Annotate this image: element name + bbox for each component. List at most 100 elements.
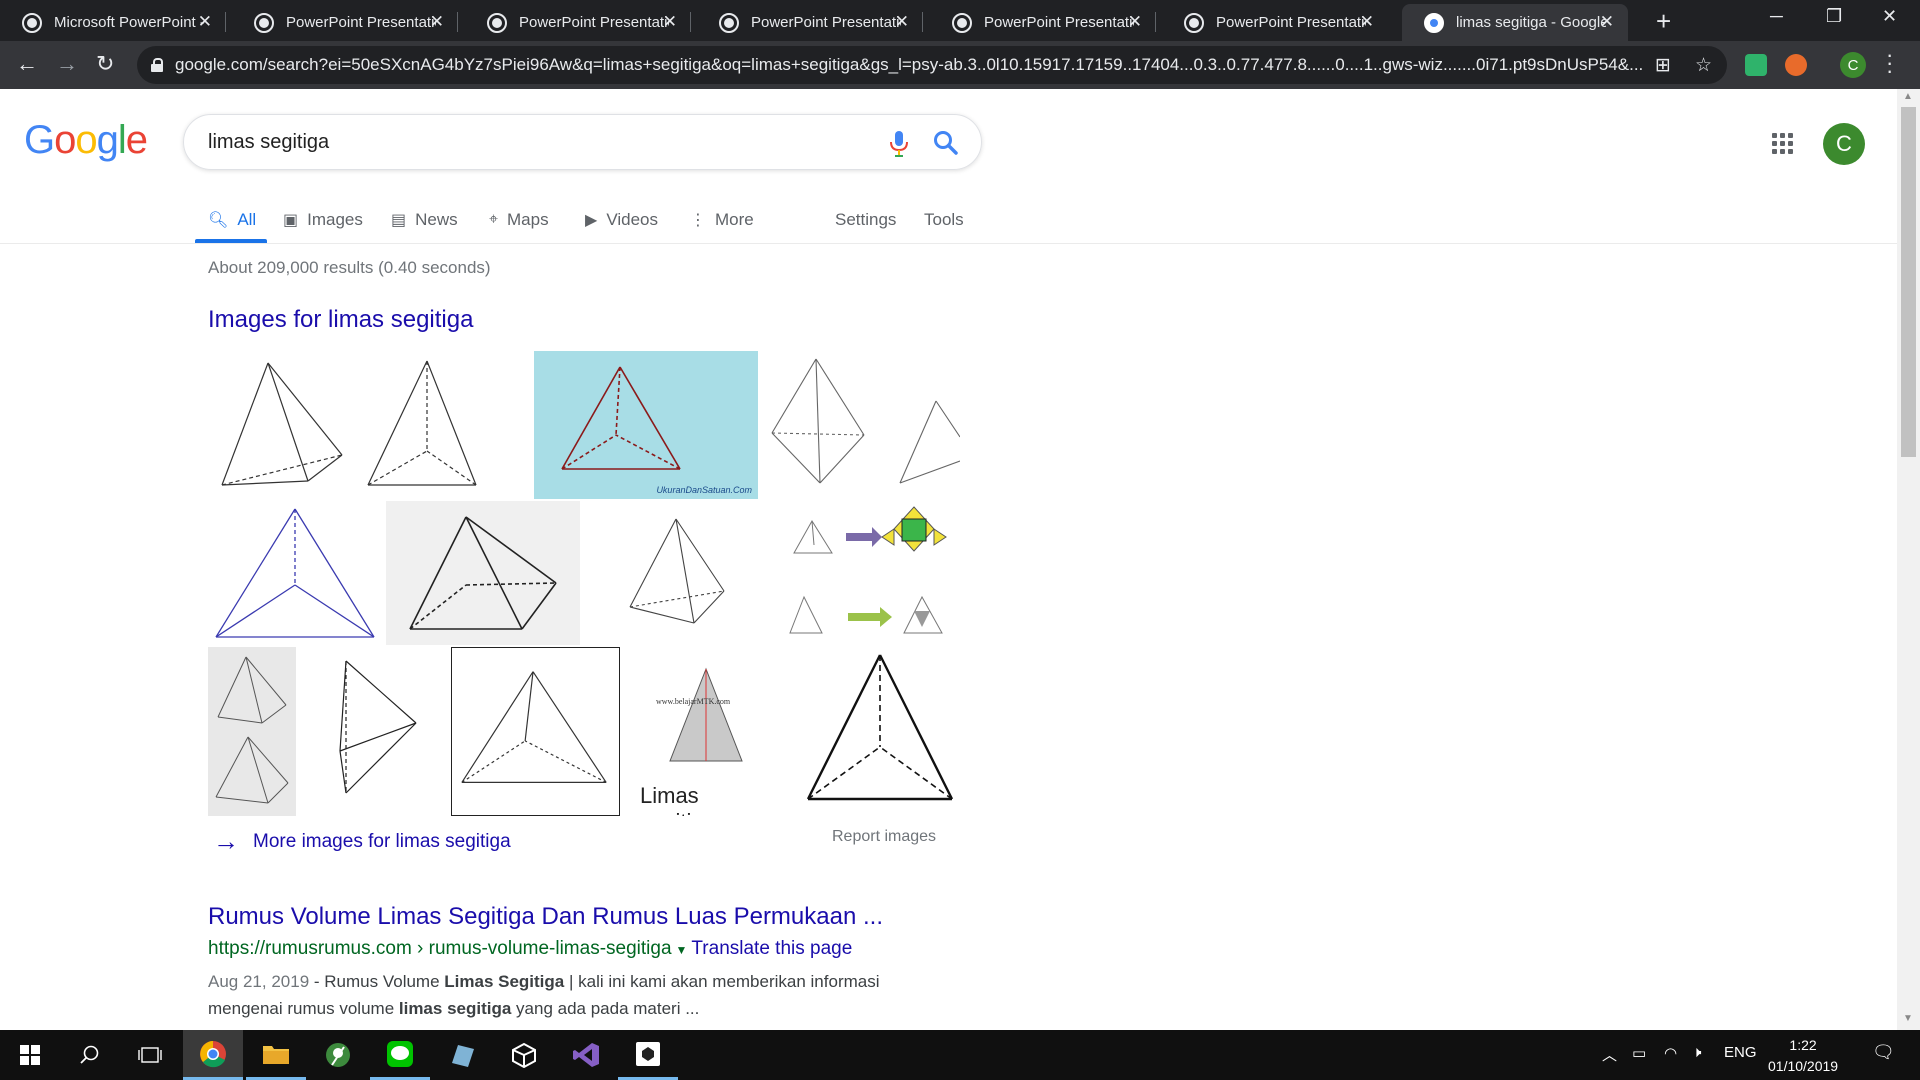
- browser-tab-active[interactable]: limas segitiga - Google ✕: [1402, 4, 1628, 41]
- google-logo[interactable]: Google: [24, 118, 148, 163]
- input-language[interactable]: ENG: [1724, 1044, 1757, 1061]
- clock-time: 1:22: [1789, 1037, 1817, 1053]
- tab-tools[interactable]: Tools: [924, 204, 964, 236]
- tab-all[interactable]: 🔍︎ All: [208, 204, 256, 236]
- caret-down-icon[interactable]: ▼: [676, 943, 688, 957]
- image-thumbnail[interactable]: [324, 647, 434, 816]
- close-window-icon[interactable]: ✕: [1882, 6, 1897, 27]
- close-tab-icon[interactable]: ✕: [1128, 12, 1142, 32]
- image-thumbnail[interactable]: [620, 501, 740, 645]
- logo-letter: G: [24, 118, 55, 162]
- profile-avatar[interactable]: C: [1840, 52, 1866, 78]
- tab-maps[interactable]: ⌖ Maps: [489, 204, 549, 236]
- tab-title: PowerPoint Presentatio: [751, 14, 901, 31]
- chrome-icon: [200, 1040, 226, 1067]
- volume-icon[interactable]: 🕨︎: [1692, 1044, 1701, 1061]
- address-bar-url[interactable]: google.com/search?ei=50eSXcnAG4bYz7sPiei…: [175, 55, 1645, 75]
- system-clock[interactable]: 1:22 01/10/2019: [1768, 1035, 1838, 1077]
- new-tab-button[interactable]: +: [1656, 6, 1671, 37]
- search-box[interactable]: limas segitiga: [183, 114, 982, 170]
- extension-icon[interactable]: [1785, 54, 1807, 76]
- image-site-label: www.belajarMTK.com: [656, 697, 731, 706]
- taskbar-visual-studio[interactable]: [556, 1030, 616, 1080]
- taskbar-chrome[interactable]: [183, 1030, 243, 1080]
- tab-settings[interactable]: Settings: [835, 204, 896, 236]
- taskbar-search-button[interactable]: [60, 1030, 120, 1080]
- google-apps-icon[interactable]: [1772, 133, 1794, 155]
- taskbar-app[interactable]: [432, 1030, 492, 1080]
- back-arrow-icon[interactable]: ←: [16, 51, 38, 77]
- snippet-highlight: limas segitiga: [398, 999, 512, 1018]
- browser-tab-1[interactable]: Microsoft PowerPoint - ✕: [0, 4, 226, 41]
- scrollbar-thumb[interactable]: [1901, 107, 1916, 457]
- image-thumbnail[interactable]: [788, 501, 960, 645]
- image-thumbnail[interactable]: www.belajarMTK.com Limas segitiga: [632, 647, 780, 816]
- taskbar-app[interactable]: [308, 1030, 368, 1080]
- tab-images[interactable]: ▣ Images: [283, 204, 363, 236]
- minimize-window-icon[interactable]: ─: [1770, 6, 1783, 27]
- tab-news[interactable]: ▤ News: [391, 204, 458, 236]
- image-thumbnail[interactable]: [896, 351, 960, 499]
- taskbar-unity[interactable]: [494, 1030, 554, 1080]
- arrow-right-icon: →: [213, 826, 239, 856]
- close-tab-icon[interactable]: ✕: [198, 12, 212, 32]
- translate-page-link[interactable]: Translate this page: [691, 938, 852, 959]
- search-icon: [80, 1045, 99, 1064]
- task-view-button[interactable]: [120, 1030, 180, 1080]
- account-avatar[interactable]: C: [1823, 123, 1865, 165]
- notifications-icon[interactable]: 🗨︎: [1872, 1042, 1895, 1063]
- image-thumbnail[interactable]: [386, 501, 580, 645]
- browser-tab-3[interactable]: PowerPoint Presentatio ✕: [465, 4, 691, 41]
- report-images-link[interactable]: Report images: [832, 828, 936, 846]
- taskbar-line[interactable]: [370, 1030, 430, 1080]
- image-watermark: UkuranDanSatuan.Com: [656, 485, 752, 495]
- browser-menu-icon[interactable]: · · ·: [1886, 44, 1893, 82]
- restore-window-icon[interactable]: ❐: [1826, 6, 1842, 27]
- image-thumbnail[interactable]: [800, 647, 960, 816]
- tab-more[interactable]: ⋮ More: [690, 204, 754, 236]
- images-heading-link[interactable]: Images for limas segitiga: [208, 306, 473, 334]
- browser-tab-5[interactable]: PowerPoint Presentatio ✕: [930, 4, 1156, 41]
- image-thumbnail[interactable]: [208, 501, 378, 645]
- close-tab-icon[interactable]: ✕: [1600, 12, 1614, 32]
- tab-label: Maps: [507, 210, 549, 229]
- scroll-down-arrow-icon[interactable]: ▼: [1903, 1013, 1913, 1024]
- result-date: Aug 21, 2019: [208, 972, 310, 991]
- image-thumbnail[interactable]: [764, 351, 874, 499]
- close-tab-icon[interactable]: ✕: [895, 12, 909, 32]
- image-thumbnail[interactable]: [208, 647, 296, 816]
- scroll-up-arrow-icon[interactable]: ▲: [1903, 91, 1913, 102]
- microphone-icon[interactable]: [887, 129, 911, 159]
- start-button[interactable]: [0, 1030, 60, 1080]
- more-images-link[interactable]: → More images for limas segitiga: [213, 826, 511, 857]
- extension-icon[interactable]: [1745, 54, 1767, 76]
- browser-tab-6[interactable]: PowerPoint Presentatio ✕: [1162, 4, 1388, 41]
- search-input[interactable]: limas segitiga: [208, 131, 329, 154]
- show-hidden-icons-icon[interactable]: ︿: [1602, 1044, 1617, 1065]
- close-tab-icon[interactable]: ✕: [1360, 12, 1374, 32]
- translate-icon[interactable]: ⊞: [1655, 54, 1671, 77]
- image-thumbnail[interactable]: [208, 351, 348, 499]
- close-tab-icon[interactable]: ✕: [430, 12, 444, 32]
- result-url-text[interactable]: https://rumusrumus.com › rumus-volume-li…: [208, 938, 672, 959]
- battery-icon[interactable]: ▭: [1632, 1044, 1646, 1062]
- logo-letter: e: [125, 118, 148, 162]
- taskbar-file-explorer[interactable]: [246, 1030, 306, 1080]
- close-tab-icon[interactable]: ✕: [663, 12, 677, 32]
- address-bar[interactable]: google.com/search?ei=50eSXcnAG4bYz7sPiei…: [137, 46, 1727, 84]
- image-thumbnail[interactable]: [451, 647, 620, 816]
- result-title-link[interactable]: Rumus Volume Limas Segitiga Dan Rumus Lu…: [208, 903, 883, 931]
- taskbar-unity-hub[interactable]: [618, 1030, 678, 1080]
- page-scrollbar[interactable]: ▲ ▼: [1897, 89, 1920, 1030]
- reload-icon[interactable]: ↻: [96, 51, 114, 77]
- search-icon[interactable]: [933, 130, 959, 156]
- wifi-icon[interactable]: ◠: [1664, 1044, 1677, 1062]
- tab-videos[interactable]: ▶ Videos: [585, 204, 658, 236]
- image-thumbnail[interactable]: UkuranDanSatuan.Com: [534, 351, 758, 499]
- image-thumbnail[interactable]: [354, 351, 494, 499]
- tab-title: limas segitiga - Google: [1456, 14, 1606, 31]
- bookmark-star-icon[interactable]: ☆: [1695, 54, 1712, 77]
- browser-tab-4[interactable]: PowerPoint Presentatio ✕: [697, 4, 923, 41]
- browser-tab-2[interactable]: PowerPoint Presentatio ✕: [232, 4, 458, 41]
- forward-arrow-icon[interactable]: →: [56, 51, 78, 77]
